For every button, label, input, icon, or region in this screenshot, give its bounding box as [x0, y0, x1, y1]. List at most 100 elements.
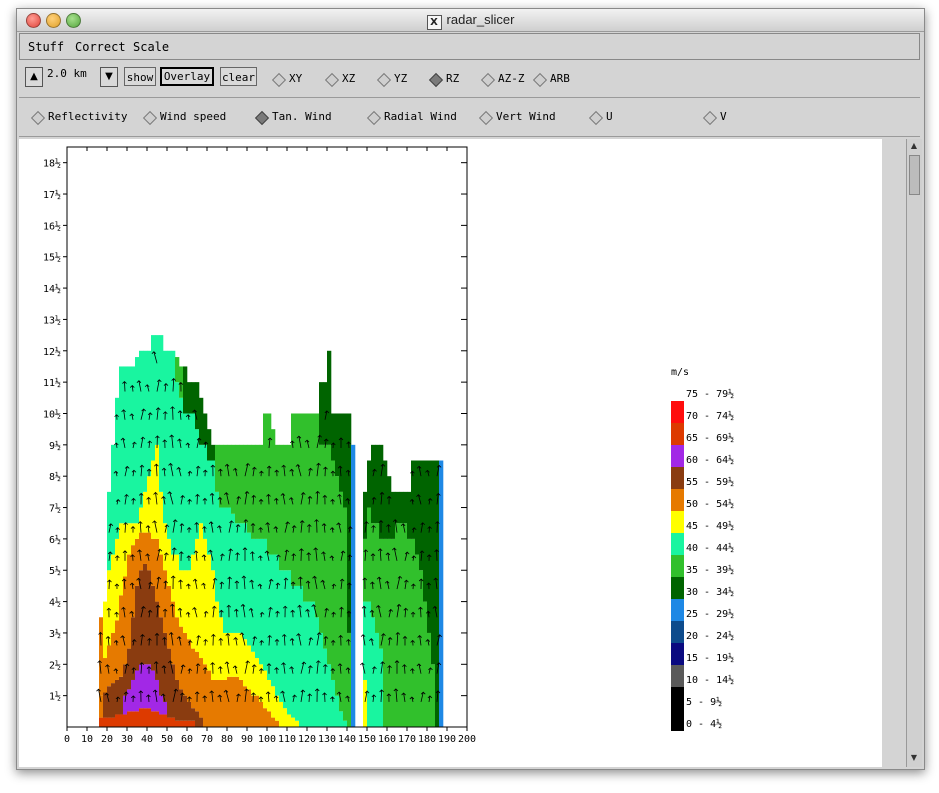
- menu-correct[interactable]: Correct: [75, 40, 126, 54]
- menu-stuff[interactable]: Stuff: [28, 40, 64, 54]
- heatmap-cell: [191, 720, 196, 727]
- heatmap-cell: [207, 460, 212, 555]
- heatmap-cell: [375, 444, 380, 524]
- y-tick-label: 8½: [49, 471, 61, 483]
- view-radio-label: RZ: [446, 72, 460, 85]
- field-toolbar: Reflectivity Wind speed Tan. Wind Radial…: [19, 101, 920, 134]
- triangle-up-icon: ▲: [30, 71, 38, 82]
- heatmap-cell: [119, 366, 124, 524]
- heatmap-cell: [127, 711, 132, 727]
- heatmap-cell: [139, 350, 144, 508]
- heatmap-cell: [143, 350, 148, 492]
- window-title: radar_slicer: [446, 12, 515, 27]
- heatmap-cell: [247, 689, 252, 727]
- wind-vector: [268, 494, 270, 505]
- radio-diamond-icon: [588, 110, 604, 126]
- heatmap-cell: [167, 350, 172, 539]
- x-tick-label: 30: [121, 734, 133, 745]
- show-button[interactable]: show: [124, 67, 156, 86]
- heatmap-cell: [331, 413, 336, 461]
- view-radio-label: AZ-Z: [498, 72, 525, 85]
- step-down-button[interactable]: ▼: [100, 67, 118, 87]
- heatmap-cell: [227, 632, 232, 677]
- field-radio-label: Reflectivity: [48, 110, 128, 123]
- heatmap-cell: [159, 554, 164, 618]
- vertical-scrollbar[interactable]: ▲ ▼: [906, 139, 922, 767]
- heatmap-cell: [427, 632, 432, 727]
- field-radio-label: U: [606, 110, 613, 123]
- heatmap-cell: [363, 538, 368, 602]
- heatmap-cell: [147, 476, 152, 533]
- heatmap-cell: [239, 679, 244, 727]
- heatmap-cell: [319, 444, 324, 633]
- heatmap-cell: [239, 444, 244, 524]
- field-radio-label: V: [720, 110, 727, 123]
- heatmap-cell: [423, 601, 428, 727]
- heatmap-cell: [195, 382, 200, 430]
- heatmap-cell: [107, 717, 112, 727]
- heatmap-cell: [207, 429, 212, 461]
- x-tick-label: 20: [101, 734, 113, 745]
- y-tick-label: 12½: [43, 346, 61, 358]
- heatmap-cell: [203, 413, 208, 445]
- radio-diamond-selected-icon: [428, 72, 444, 88]
- legend-label: 10 - 14½: [686, 674, 734, 686]
- heatmap-cell: [167, 585, 172, 649]
- menu-scale[interactable]: Scale: [133, 40, 169, 54]
- heatmap-cell: [119, 714, 124, 727]
- heatmap-cell: [191, 648, 196, 709]
- heatmap-cell: [199, 444, 204, 524]
- heatmap-cell: [171, 717, 176, 727]
- heatmap-cell: [127, 366, 132, 524]
- heatmap-cell: [259, 444, 264, 539]
- heatmap-cell: [339, 711, 344, 727]
- heatmap-cell: [163, 701, 168, 715]
- heatmap-cell: [191, 554, 196, 649]
- heatmap-cell: [415, 460, 420, 555]
- heatmap-cell: [183, 720, 188, 727]
- heatmap-cell: [179, 626, 184, 690]
- scroll-thumb[interactable]: [909, 155, 920, 195]
- heatmap-cell: [99, 695, 104, 718]
- overlay-button[interactable]: Overlay: [160, 67, 214, 86]
- step-up-button[interactable]: ▲: [25, 67, 43, 87]
- menu-bar: Stuff Correct Scale: [19, 33, 920, 60]
- heatmap-cell: [183, 366, 188, 414]
- step-value: 2.0 km: [47, 67, 87, 80]
- heatmap-cell: [267, 679, 272, 712]
- clear-button[interactable]: clear: [220, 67, 257, 86]
- legend-unit: m/s: [671, 367, 689, 378]
- heatmap-cell: [167, 648, 172, 718]
- field-radio-label: Radial Wind: [384, 110, 457, 123]
- heatmap-cell: [119, 676, 124, 715]
- heatmap-cell: [207, 670, 212, 727]
- heatmap-cell: [115, 714, 120, 727]
- radio-diamond-icon: [271, 72, 287, 88]
- heatmap-cell: [187, 701, 192, 721]
- heatmap-cell: [151, 460, 156, 539]
- heatmap-cell: [243, 639, 248, 687]
- heatmap-cell: [351, 444, 356, 727]
- heatmap-cell: [247, 645, 252, 690]
- heatmap-cell: [191, 382, 196, 414]
- heatmap-cell: [215, 491, 220, 602]
- legend-label: 30 - 34½: [686, 586, 734, 598]
- heatmap-cell: [287, 444, 292, 571]
- heatmap-cell: [179, 397, 184, 571]
- x-tick-label: 0: [64, 734, 70, 745]
- heatmap-cell: [107, 686, 112, 718]
- plot-canvas[interactable]: 0 10 20 30 40 50 60 70 80 90 100 110 120 130 140 150 160…: [19, 139, 882, 767]
- heatmap-cell: [199, 523, 204, 659]
- heatmap-cell: [343, 720, 348, 727]
- heatmap-cell: [103, 717, 108, 727]
- y-tick-label: 18½: [43, 158, 61, 170]
- heatmap-cell: [243, 523, 248, 640]
- heatmap-cell: [211, 679, 216, 727]
- scroll-down-icon[interactable]: ▼: [909, 753, 919, 763]
- heatmap-cell: [131, 711, 136, 727]
- scroll-up-icon[interactable]: ▲: [909, 141, 919, 151]
- legend-swatch: [671, 533, 684, 555]
- heatmap-cell: [399, 523, 404, 727]
- legend-label: 20 - 24½: [686, 630, 734, 642]
- heatmap-cell: [103, 658, 108, 693]
